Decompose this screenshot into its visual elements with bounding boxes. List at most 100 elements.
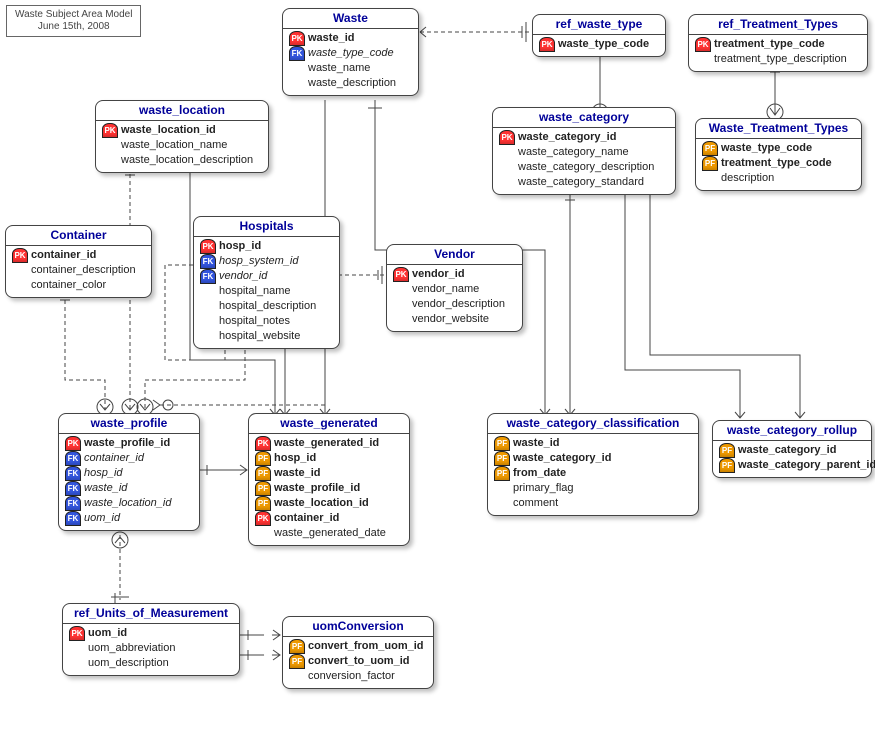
field-row: PKhosp_id bbox=[196, 239, 337, 254]
entity-waste-generated: waste_generated PKwaste_generated_idPFho… bbox=[248, 413, 410, 546]
field-row: PFwaste_category_id bbox=[490, 451, 696, 466]
field-label: description bbox=[721, 171, 774, 186]
field-row: PFwaste_id bbox=[490, 436, 696, 451]
field-row: FKhosp_system_id bbox=[196, 254, 337, 269]
key-pf-icon: PF bbox=[494, 467, 510, 481]
key-pf-icon: PF bbox=[289, 655, 305, 669]
entity-fields-waste_category_classification: PFwaste_idPFwaste_category_idPFfrom_date… bbox=[488, 434, 698, 515]
field-row: PFfrom_date bbox=[490, 466, 696, 481]
no-key-icon bbox=[494, 482, 510, 496]
entity-waste-location: waste_location PKwaste_location_idwaste_… bbox=[95, 100, 269, 173]
field-row: FKcontainer_id bbox=[61, 451, 197, 466]
field-label: hosp_id bbox=[84, 466, 123, 481]
field-row: waste_location_name bbox=[98, 138, 266, 153]
field-row: FKwaste_location_id bbox=[61, 496, 197, 511]
field-row: waste_category_standard bbox=[495, 175, 673, 190]
field-row: PKwaste_generated_id bbox=[251, 436, 407, 451]
field-label: waste_category_standard bbox=[518, 175, 644, 190]
key-pf-icon: PF bbox=[494, 452, 510, 466]
field-row: conversion_factor bbox=[285, 669, 431, 684]
key-pf-icon: PF bbox=[255, 482, 271, 496]
field-label: hosp_system_id bbox=[219, 254, 299, 269]
entity-title: ref_Treatment_Types bbox=[689, 15, 867, 35]
entity-waste-treatment-types: Waste_Treatment_Types PFwaste_type_codeP… bbox=[695, 118, 862, 191]
field-row: uom_abbreviation bbox=[65, 641, 237, 656]
field-label: vendor_id bbox=[412, 267, 465, 282]
entity-fields-waste: PKwaste_idFKwaste_type_codewaste_namewas… bbox=[283, 29, 418, 95]
field-label: vendor_name bbox=[412, 282, 479, 297]
key-pf-icon: PF bbox=[702, 142, 718, 156]
field-label: waste_id bbox=[513, 436, 559, 451]
entity-title: Waste_Treatment_Types bbox=[696, 119, 861, 139]
entity-fields-waste_profile: PKwaste_profile_idFKcontainer_idFKhosp_i… bbox=[59, 434, 199, 530]
entity-waste-category: waste_category PKwaste_category_idwaste_… bbox=[492, 107, 676, 195]
field-label: waste_category_id bbox=[738, 443, 836, 458]
entity-title: Vendor bbox=[387, 245, 522, 265]
field-label: uom_abbreviation bbox=[88, 641, 175, 656]
no-key-icon bbox=[499, 146, 515, 160]
field-row: FKwaste_id bbox=[61, 481, 197, 496]
key-pk-icon: PK bbox=[102, 124, 118, 138]
field-label: waste_category_id bbox=[513, 451, 611, 466]
entity-ref-treatment-types: ref_Treatment_Types PKtreatment_type_cod… bbox=[688, 14, 868, 72]
field-label: primary_flag bbox=[513, 481, 574, 496]
entity-fields-ref_treatment_types: PKtreatment_type_codetreatment_type_desc… bbox=[689, 35, 867, 71]
field-label: hospital_description bbox=[219, 299, 316, 314]
entity-hospitals: Hospitals PKhosp_idFKhosp_system_idFKven… bbox=[193, 216, 340, 349]
field-row: PFwaste_category_id bbox=[715, 443, 869, 458]
field-row: uom_description bbox=[65, 656, 237, 671]
field-row: waste_category_description bbox=[495, 160, 673, 175]
key-pk-icon: PK bbox=[539, 38, 555, 52]
field-row: waste_generated_date bbox=[251, 526, 407, 541]
no-key-icon bbox=[12, 264, 28, 278]
no-key-icon bbox=[499, 176, 515, 190]
field-row: waste_category_name bbox=[495, 145, 673, 160]
no-key-icon bbox=[12, 279, 28, 293]
no-key-icon bbox=[200, 330, 216, 344]
key-pk-icon: PK bbox=[255, 437, 271, 451]
field-label: waste_type_code bbox=[308, 46, 394, 61]
field-row: PFconvert_to_uom_id bbox=[285, 654, 431, 669]
no-key-icon bbox=[289, 62, 305, 76]
entity-title: uomConversion bbox=[283, 617, 433, 637]
key-pf-icon: PF bbox=[719, 444, 735, 458]
key-fk-icon: FK bbox=[65, 512, 81, 526]
field-label: hospital_website bbox=[219, 329, 300, 344]
field-label: waste_location_description bbox=[121, 153, 253, 168]
field-row: container_color bbox=[8, 278, 149, 293]
field-label: comment bbox=[513, 496, 558, 511]
field-label: vendor_website bbox=[412, 312, 489, 327]
field-label: hospital_name bbox=[219, 284, 291, 299]
field-row: PFconvert_from_uom_id bbox=[285, 639, 431, 654]
field-label: convert_to_uom_id bbox=[308, 654, 409, 669]
key-pk-icon: PK bbox=[499, 131, 515, 145]
entity-fields-ref_uom: PKuom_iduom_abbreviationuom_description bbox=[63, 624, 239, 675]
key-pk-icon: PK bbox=[200, 240, 216, 254]
key-fk-icon: FK bbox=[289, 47, 305, 61]
field-label: waste_category_id bbox=[518, 130, 616, 145]
field-label: waste_name bbox=[308, 61, 370, 76]
entity-title: Waste bbox=[283, 9, 418, 29]
field-row: PFhosp_id bbox=[251, 451, 407, 466]
field-row: vendor_name bbox=[389, 282, 520, 297]
entity-title: ref_Units_of_Measurement bbox=[63, 604, 239, 624]
field-row: description bbox=[698, 171, 859, 186]
field-label: conversion_factor bbox=[308, 669, 395, 684]
field-label: treatment_type_code bbox=[721, 156, 832, 171]
entity-title: waste_profile bbox=[59, 414, 199, 434]
field-row: PKwaste_type_code bbox=[535, 37, 663, 52]
field-label: vendor_id bbox=[219, 269, 267, 284]
field-label: waste_category_description bbox=[518, 160, 654, 175]
entity-waste: Waste PKwaste_idFKwaste_type_codewaste_n… bbox=[282, 8, 419, 96]
no-key-icon bbox=[289, 670, 305, 684]
no-key-icon bbox=[494, 497, 510, 511]
title-line1: Waste Subject Area Model bbox=[15, 9, 132, 21]
field-label: vendor_description bbox=[412, 297, 505, 312]
field-row: hospital_website bbox=[196, 329, 337, 344]
no-key-icon bbox=[702, 172, 718, 186]
entity-fields-vendor: PKvendor_idvendor_namevendor_description… bbox=[387, 265, 522, 331]
field-row: PKwaste_location_id bbox=[98, 123, 266, 138]
field-row: FKwaste_type_code bbox=[285, 46, 416, 61]
key-pk-icon: PK bbox=[65, 437, 81, 451]
field-row: waste_name bbox=[285, 61, 416, 76]
